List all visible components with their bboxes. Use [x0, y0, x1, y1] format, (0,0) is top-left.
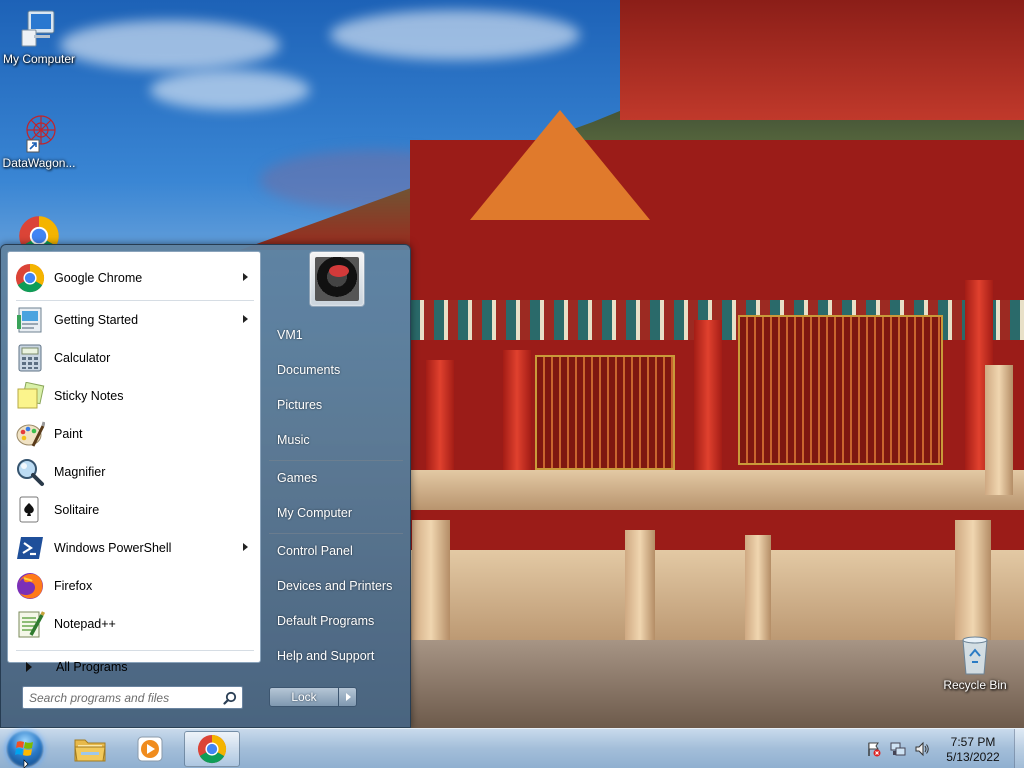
start-link-label: Music	[277, 433, 310, 447]
start-link-label: Games	[277, 471, 318, 485]
search-icon[interactable]	[223, 691, 237, 705]
start-link-label: Help and Support	[277, 649, 375, 663]
calculator-icon	[14, 342, 46, 374]
start-item-magnifier[interactable]: Magnifier	[12, 454, 258, 490]
windows-logo-icon	[15, 741, 33, 768]
sticky-notes-icon	[14, 380, 46, 412]
all-programs-separator	[16, 650, 254, 651]
start-item-label: Google Chrome	[54, 271, 143, 285]
start-item-getting-started[interactable]: Getting Started	[12, 302, 258, 338]
desktop-icon-label: My Computer	[2, 52, 76, 66]
start-menu-places-pane: VM1 Documents Pictures Music Games My Co…	[263, 245, 411, 729]
start-item-notepadpp[interactable]: Notepad++	[12, 606, 258, 642]
start-item-label: Getting Started	[54, 313, 139, 327]
action-center-flag-icon[interactable]	[866, 741, 882, 757]
places-separator	[269, 460, 403, 461]
start-link-user-folder[interactable]: VM1	[267, 321, 407, 349]
datawagon-icon	[17, 110, 61, 154]
explorer-icon	[74, 739, 106, 762]
desktop-icon-my-computer[interactable]: My Computer	[0, 6, 78, 66]
start-link-pictures[interactable]: Pictures	[267, 391, 407, 419]
system-clock[interactable]: 7:57 PM 5/13/2022	[930, 735, 1016, 765]
start-menu-programs-pane: Google Chrome Getting Started Calculator…	[7, 251, 261, 674]
start-item-windows-powershell[interactable]: Windows PowerShell	[12, 530, 258, 566]
submenu-arrow-icon[interactable]	[243, 315, 248, 323]
start-link-devices-and-printers[interactable]: Devices and Printers	[267, 572, 407, 600]
start-item-label: Sticky Notes	[54, 389, 124, 403]
expand-arrow-icon	[26, 662, 32, 672]
all-programs-label: All Programs	[56, 660, 128, 674]
powershell-icon	[14, 532, 46, 564]
submenu-arrow-icon[interactable]	[243, 543, 248, 551]
desktop-icon-label: Recycle Bin	[943, 678, 1007, 692]
start-item-label: Calculator	[54, 351, 111, 365]
start-link-label: Default Programs	[277, 614, 375, 628]
start-item-paint[interactable]: Paint	[12, 416, 258, 452]
recycle-bin-icon	[953, 632, 997, 676]
notepadpp-icon	[14, 608, 46, 640]
start-link-my-computer[interactable]: My Computer	[267, 499, 407, 527]
places-separator	[269, 533, 403, 534]
start-button[interactable]	[6, 730, 44, 768]
magnifier-icon	[14, 456, 46, 488]
paint-icon	[14, 418, 46, 450]
start-item-label: Paint	[54, 427, 83, 441]
pinned-separator	[16, 300, 254, 301]
lock-button[interactable]: Lock	[269, 687, 339, 707]
clock-time: 7:57 PM	[950, 735, 996, 749]
firefox-icon	[14, 570, 46, 602]
computer-icon	[17, 6, 61, 50]
start-link-documents[interactable]: Documents	[267, 356, 407, 384]
chevron-right-icon	[346, 693, 351, 701]
all-programs-button[interactable]: All Programs	[18, 656, 128, 678]
start-item-label: Windows PowerShell	[54, 541, 172, 555]
shutdown-options-button[interactable]	[338, 687, 357, 707]
network-icon[interactable]	[890, 741, 906, 757]
desktop-icon-datawagon[interactable]: DataWagon...	[0, 110, 78, 170]
start-link-control-panel[interactable]: Control Panel	[267, 537, 407, 565]
start-link-label: My Computer	[277, 506, 353, 520]
start-link-music[interactable]: Music	[267, 426, 407, 454]
desktop-icon-label: DataWagon...	[2, 156, 76, 170]
taskbar-chrome-button[interactable]	[184, 731, 240, 767]
clock-date: 5/13/2022	[946, 750, 1000, 764]
start-item-label: Notepad++	[54, 617, 116, 631]
start-link-label: Documents	[277, 363, 341, 377]
start-item-google-chrome[interactable]: Google Chrome	[12, 260, 258, 296]
submenu-arrow-icon[interactable]	[243, 273, 248, 281]
start-link-default-programs[interactable]: Default Programs	[267, 607, 407, 635]
start-link-games[interactable]: Games	[267, 464, 407, 492]
getting-started-icon	[14, 304, 46, 336]
start-link-label: Control Panel	[277, 544, 353, 558]
start-item-firefox[interactable]: Firefox	[12, 568, 258, 604]
start-item-sticky-notes[interactable]: Sticky Notes	[12, 378, 258, 414]
start-menu: Google Chrome Getting Started Calculator…	[0, 244, 411, 728]
taskbar-media-player-button[interactable]	[122, 731, 178, 767]
start-item-label: Solitaire	[54, 503, 100, 517]
media-player-icon	[137, 736, 163, 762]
chrome-icon	[14, 262, 46, 294]
taskbar: 7:57 PM 5/13/2022	[0, 728, 1024, 768]
show-desktop-button[interactable]	[1014, 729, 1024, 768]
start-item-label: Firefox	[54, 579, 93, 593]
start-item-solitaire[interactable]: Solitaire	[12, 492, 258, 528]
start-link-label: VM1	[277, 328, 303, 342]
desktop-icon-recycle-bin[interactable]: Recycle Bin	[936, 632, 1014, 692]
start-link-label: Pictures	[277, 398, 323, 412]
taskbar-explorer-button[interactable]	[62, 731, 118, 767]
start-item-label: Magnifier	[54, 465, 106, 479]
start-item-calculator[interactable]: Calculator	[12, 340, 258, 376]
chrome-icon	[197, 734, 227, 764]
start-link-label: Devices and Printers	[277, 579, 393, 593]
user-avatar[interactable]	[309, 251, 365, 307]
solitaire-icon	[14, 494, 46, 526]
volume-icon[interactable]	[914, 741, 930, 757]
search-programs-input[interactable]	[22, 686, 243, 709]
start-link-help-and-support[interactable]: Help and Support	[267, 642, 407, 670]
